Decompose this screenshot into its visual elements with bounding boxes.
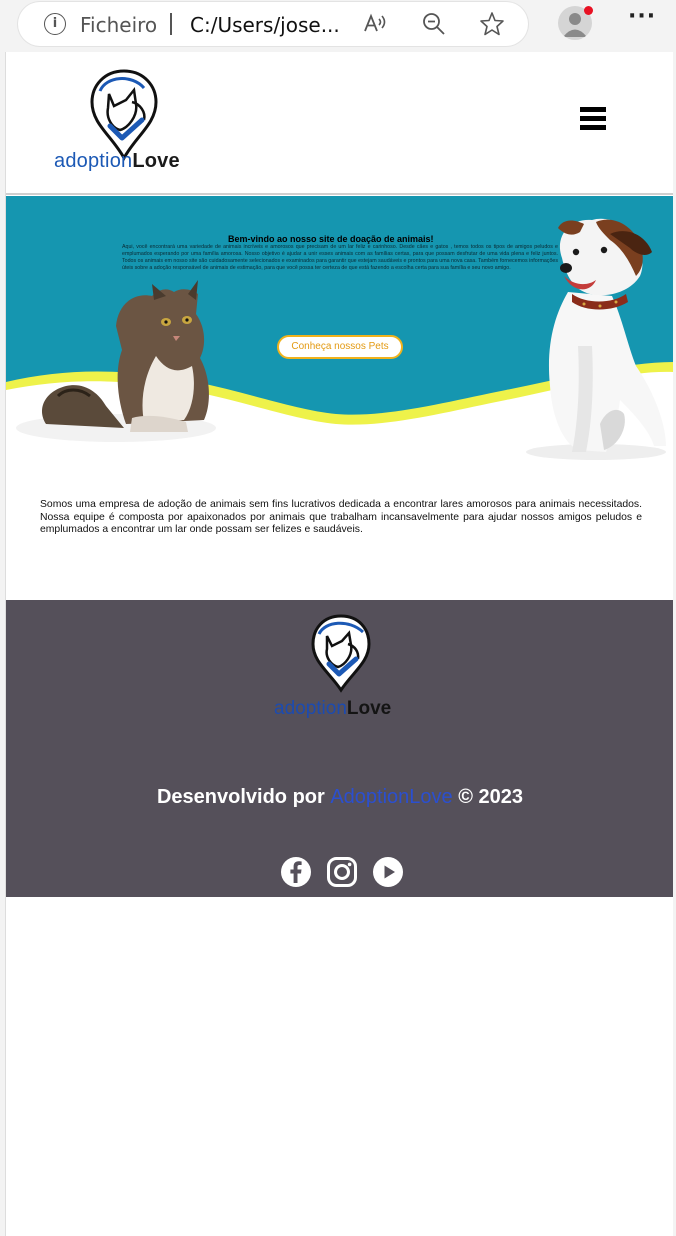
protocol-label: Ficheiro [80,13,158,37]
credits-brand-link[interactable]: AdoptionLove [330,786,452,808]
youtube-icon[interactable] [372,856,404,888]
url-text[interactable]: C:/Users/jose... [190,13,340,37]
footer-brand-name[interactable]: adoptionLove [274,698,391,720]
about-text: Somos uma empresa de adoção de animais s… [40,499,642,536]
read-aloud-icon[interactable] [361,10,389,38]
notification-dot [584,6,593,15]
zoom-out-icon[interactable] [420,10,448,38]
hero-title: Bem-vindo ao nosso site de doação de ani… [228,234,434,244]
facebook-icon[interactable] [280,856,312,888]
page-viewport: adoptionLove Bem-vindo ao nosso site de … [5,52,673,1236]
site-header: adoptionLove [6,52,673,195]
hero-banner: Bem-vindo ao nosso site de doação de ani… [6,196,673,466]
brand-name[interactable]: adoptionLove [54,150,180,173]
hamburger-menu-icon[interactable] [580,107,606,131]
meet-pets-button[interactable]: Conheça nossos Pets [277,335,403,359]
favorite-star-icon[interactable] [478,10,506,38]
browser-toolbar: i Ficheiro C:/Users/jose... ··· [0,0,676,52]
credits-prefix: Desenvolvido por [156,786,325,808]
instagram-icon[interactable] [326,856,358,888]
credits-suffix: © 2023 [458,786,524,808]
site-footer: adoptionLove Desenvolvido por AdoptionLo… [6,600,673,897]
footer-credits: Desenvolvido por AdoptionLove © 2023 [6,786,673,809]
more-menu-icon[interactable]: ··· [628,4,656,29]
address-bar[interactable]: i Ficheiro C:/Users/jose... [18,2,528,46]
address-separator [170,13,172,35]
hero-text: Aqui, você encontrará uma variedade de a… [122,244,558,271]
info-icon[interactable]: i [44,13,66,35]
footer-logo-icon[interactable] [271,614,411,704]
